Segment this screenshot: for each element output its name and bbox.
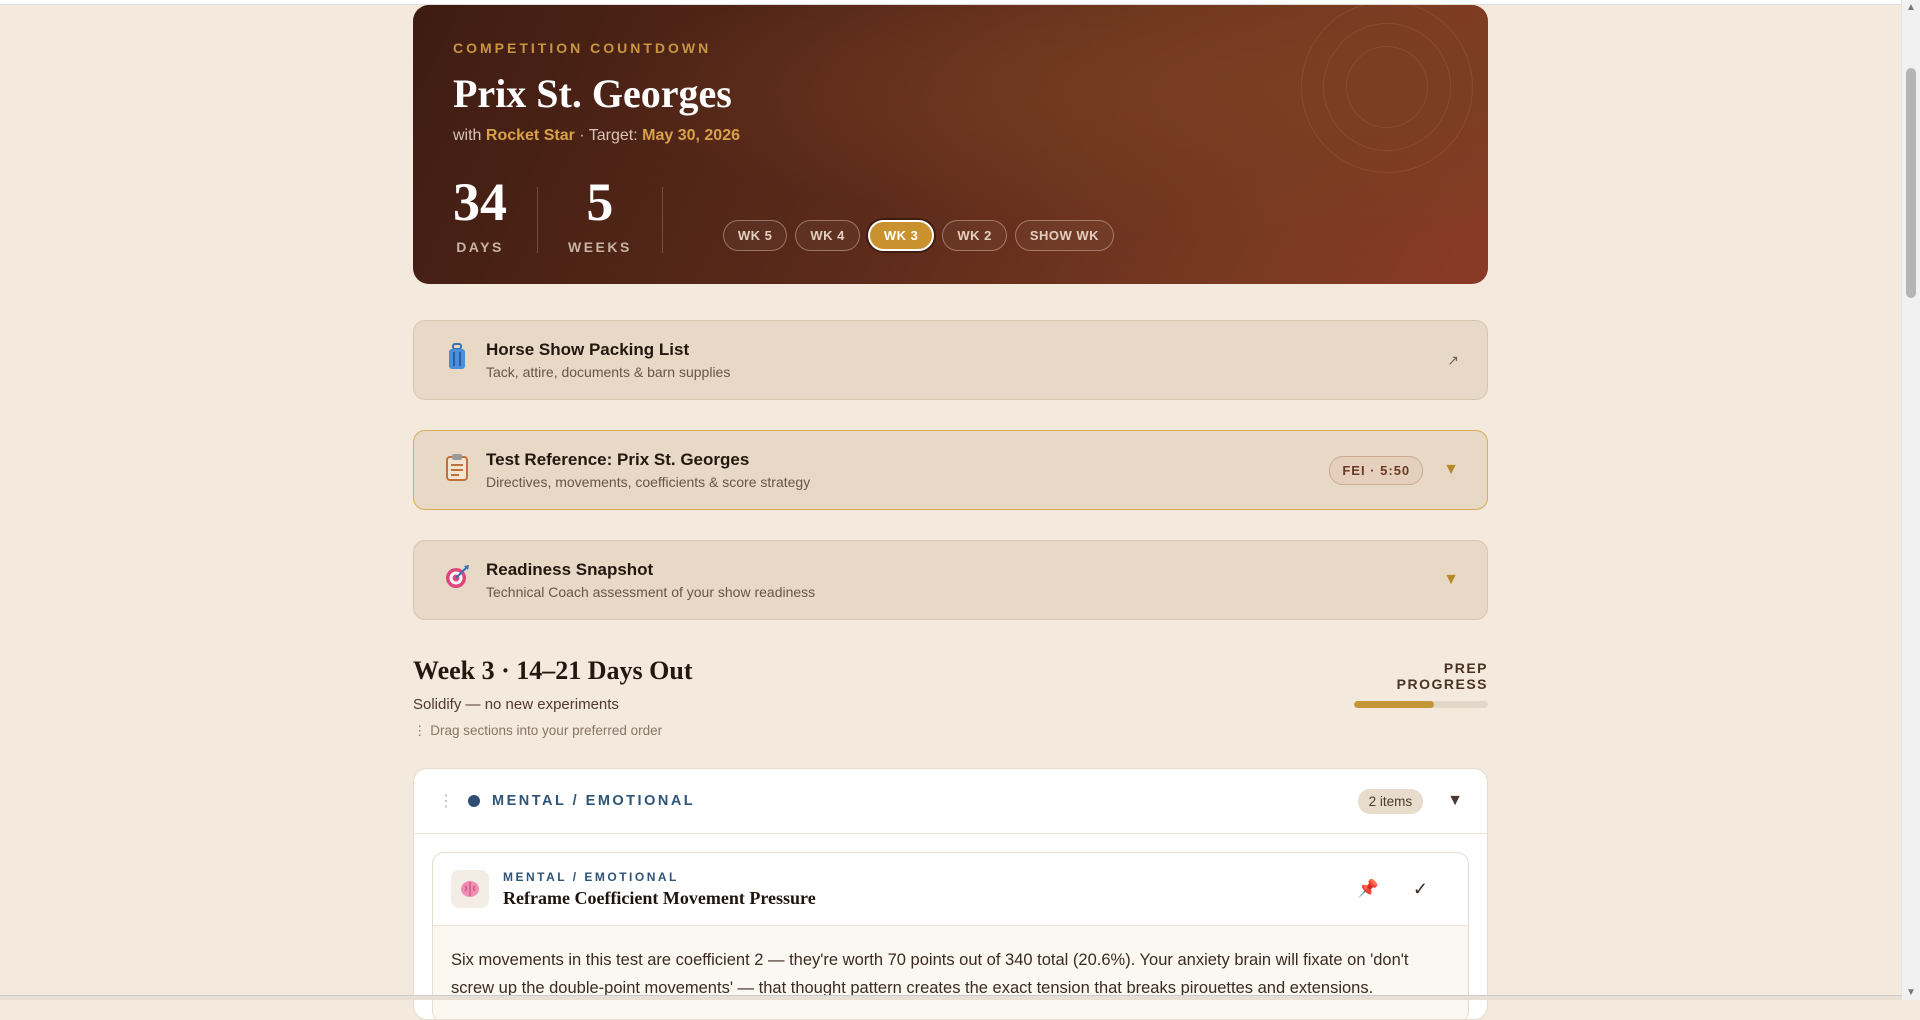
task-title: Reframe Coefficient Movement Pressure — [503, 887, 816, 908]
target-date: May 30, 2026 — [642, 127, 740, 144]
scroll-down-icon[interactable]: ▼ — [1906, 987, 1916, 998]
stat-divider — [537, 187, 538, 253]
section-mental-emotional: ⋮ MENTAL / EMOTIONAL 2 items ▼ MENTAL / … — [413, 768, 1488, 1020]
week-pill-wk3[interactable]: WK 3 — [867, 220, 935, 251]
test-reference-card[interactable]: Test Reference: Prix St. Georges Directi… — [413, 430, 1488, 510]
days-label: DAYS — [456, 239, 504, 255]
week-pill-wk5[interactable]: WK 5 — [722, 220, 788, 251]
week-selector: WK 5 WK 4 WK 3 WK 2 SHOW WK — [722, 220, 1115, 251]
days-value: 34 — [453, 172, 507, 232]
packing-list-desc: Tack, attire, documents & barn supplies — [486, 364, 731, 380]
week-subtitle: Solidify — no new experiments — [413, 696, 619, 713]
days-stat: 34 DAYS — [453, 175, 507, 255]
stat-divider — [661, 187, 663, 253]
week-pill-wk2[interactable]: WK 2 — [942, 220, 1007, 251]
countdown-hero: COMPETITION COUNTDOWN Prix St. Georges w… — [413, 5, 1488, 284]
section-header[interactable]: ⋮ MENTAL / EMOTIONAL 2 items ▼ — [414, 769, 1487, 834]
packing-list-card[interactable]: Horse Show Packing List Tack, attire, do… — [413, 320, 1488, 400]
hero-eyebrow: COMPETITION COUNTDOWN — [453, 40, 712, 56]
chevron-down-icon[interactable]: ▼ — [1443, 461, 1459, 479]
target-label: · Target: — [579, 127, 638, 144]
fei-duration-badge: FEI · 5:50 — [1329, 455, 1424, 485]
horse-name: Rocket Star — [485, 127, 575, 144]
clipboard-icon — [442, 453, 472, 488]
week-pill-wk4[interactable]: WK 4 — [795, 220, 860, 251]
chevron-down-icon[interactable]: ▼ — [1447, 792, 1463, 810]
prep-progress-bar — [1354, 701, 1488, 708]
test-reference-title: Test Reference: Prix St. Georges — [486, 450, 750, 469]
main-content: COMPETITION COUNTDOWN Prix St. Georges w… — [413, 5, 1488, 1020]
checkmark-icon[interactable]: ✓ — [1413, 879, 1428, 900]
section-color-dot — [468, 795, 480, 807]
prep-progress-fill — [1354, 701, 1435, 708]
scroll-up-icon[interactable]: ▲ — [1906, 2, 1916, 13]
prep-progress-label: PREP PROGRESS — [1396, 660, 1488, 692]
external-link-icon[interactable]: ↗ — [1447, 352, 1459, 369]
hero-subtitle: with Rocket Star · Target: May 30, 2026 — [453, 127, 1448, 145]
readiness-title: Readiness Snapshot — [486, 560, 654, 579]
task-description: Six movements in this test are coefficie… — [433, 926, 1468, 1019]
week-header: Week 3 · 14–21 Days Out Solidify — no ne… — [413, 656, 1488, 756]
test-reference-desc: Directives, movements, coefficients & sc… — [486, 474, 811, 490]
readiness-desc: Technical Coach assessment of your show … — [486, 584, 816, 600]
section-title: MENTAL / EMOTIONAL — [492, 793, 696, 809]
horizontal-scrollbar[interactable] — [0, 995, 1902, 1000]
countdown-stats: 34 DAYS 5 WEEKS WK 5 WK 4 WK 3 WK 2 SHOW… — [453, 175, 1448, 255]
readiness-snapshot-card[interactable]: Readiness Snapshot Technical Coach asses… — [413, 540, 1488, 620]
with-label: with — [453, 127, 482, 144]
week-title: Week 3 · 14–21 Days Out — [413, 656, 693, 685]
drag-handle-icon[interactable]: ⋮ — [438, 791, 454, 811]
packing-list-title: Horse Show Packing List — [486, 340, 690, 359]
week-pill-show-wk[interactable]: SHOW WK — [1014, 220, 1115, 251]
pin-icon[interactable]: 📌 — [1358, 879, 1379, 899]
task-category: MENTAL / EMOTIONAL — [503, 869, 679, 884]
scrollbar-thumb[interactable] — [1906, 68, 1916, 298]
target-icon — [442, 564, 472, 597]
weeks-value: 5 — [586, 172, 614, 232]
decorative-ring — [1346, 46, 1428, 128]
vertical-scrollbar[interactable]: ▲ ▼ — [1901, 0, 1920, 1000]
item-count-badge: 2 items — [1357, 788, 1424, 814]
brain-icon — [451, 870, 489, 908]
weeks-label: WEEKS — [568, 239, 632, 255]
competition-title: Prix St. Georges — [453, 71, 732, 116]
weeks-stat: 5 WEEKS — [568, 175, 632, 255]
drag-hint: ⋮ Drag sections into your preferred orde… — [413, 723, 663, 738]
task-card-header: MENTAL / EMOTIONAL Reframe Coefficient M… — [433, 853, 1468, 926]
prep-progress: PREP PROGRESS — [1354, 660, 1488, 708]
chevron-down-icon[interactable]: ▼ — [1443, 571, 1459, 589]
luggage-icon — [442, 342, 472, 378]
